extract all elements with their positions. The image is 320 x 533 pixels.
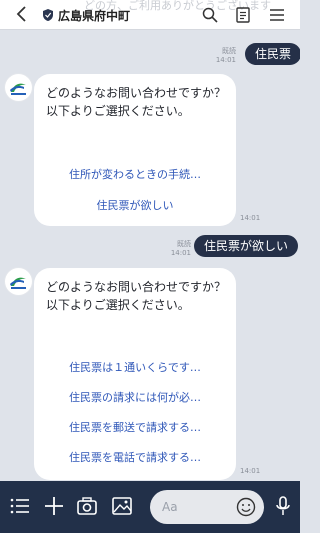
menu-icon[interactable] (268, 6, 286, 24)
page-title: 広島県府中町 (58, 9, 131, 23)
message-meta: 既読 14:01 (165, 240, 191, 258)
avatar[interactable] (5, 74, 32, 101)
notes-icon[interactable] (234, 6, 252, 24)
option-button[interactable]: 住所が変わるときの手続… (34, 166, 236, 182)
menu-lines-icon[interactable] (9, 495, 31, 517)
option-button[interactable]: 住民票は１通いくらです… (34, 359, 236, 375)
microphone-icon[interactable] (272, 495, 294, 517)
bot-question: どのようなお問い合わせですか？ 以下よりご選択ください。 (46, 86, 227, 118)
emoji-icon[interactable] (236, 497, 256, 517)
chat-area[interactable]: 既読 14:01 住民票 どのようなお問い合わせですか？ 以下よりご選択ください… (0, 30, 300, 481)
message-input[interactable]: Aa (150, 490, 264, 524)
chat-header: どの方、ご利用ありがとうございます 広島県府中町 (0, 0, 300, 30)
option-button[interactable]: 住民票を電話で請求する… (34, 449, 236, 465)
read-receipt: 既読 (177, 240, 191, 248)
option-button[interactable]: 住民票の請求には何が必… (34, 389, 236, 405)
back-arrow-icon[interactable] (14, 4, 30, 24)
message-time: 14:01 (240, 214, 261, 222)
sent-message[interactable]: 住民票 (245, 43, 300, 65)
message-time: 14:01 (170, 249, 191, 257)
bot-message-card: どのようなお問い合わせですか？ 以下よりご選択ください。 住民票は１通いくらです… (34, 268, 236, 480)
search-icon[interactable] (201, 6, 219, 24)
input-toolbar: Aa (0, 481, 300, 533)
message-time: 14:01 (215, 56, 236, 64)
message-meta: 既読 14:01 (210, 47, 236, 65)
read-receipt: 既読 (222, 47, 236, 55)
avatar[interactable] (5, 268, 32, 295)
image-icon[interactable] (111, 495, 133, 517)
shield-icon (43, 9, 53, 21)
message-time: 14:01 (240, 467, 261, 475)
sent-message[interactable]: 住民票が欲しい (194, 235, 299, 257)
option-button[interactable]: 住民票が欲しい (34, 197, 236, 213)
bot-message-card: どのようなお問い合わせですか？ 以下よりご選択ください。 住所が変わるときの手続… (34, 74, 236, 226)
camera-icon[interactable] (76, 495, 98, 517)
bot-question: どのようなお問い合わせですか？ 以下よりご選択ください。 (46, 280, 227, 312)
input-placeholder: Aa (162, 500, 178, 514)
option-button[interactable]: 住民票を郵送で請求する… (34, 419, 236, 435)
plus-icon[interactable] (43, 495, 65, 517)
